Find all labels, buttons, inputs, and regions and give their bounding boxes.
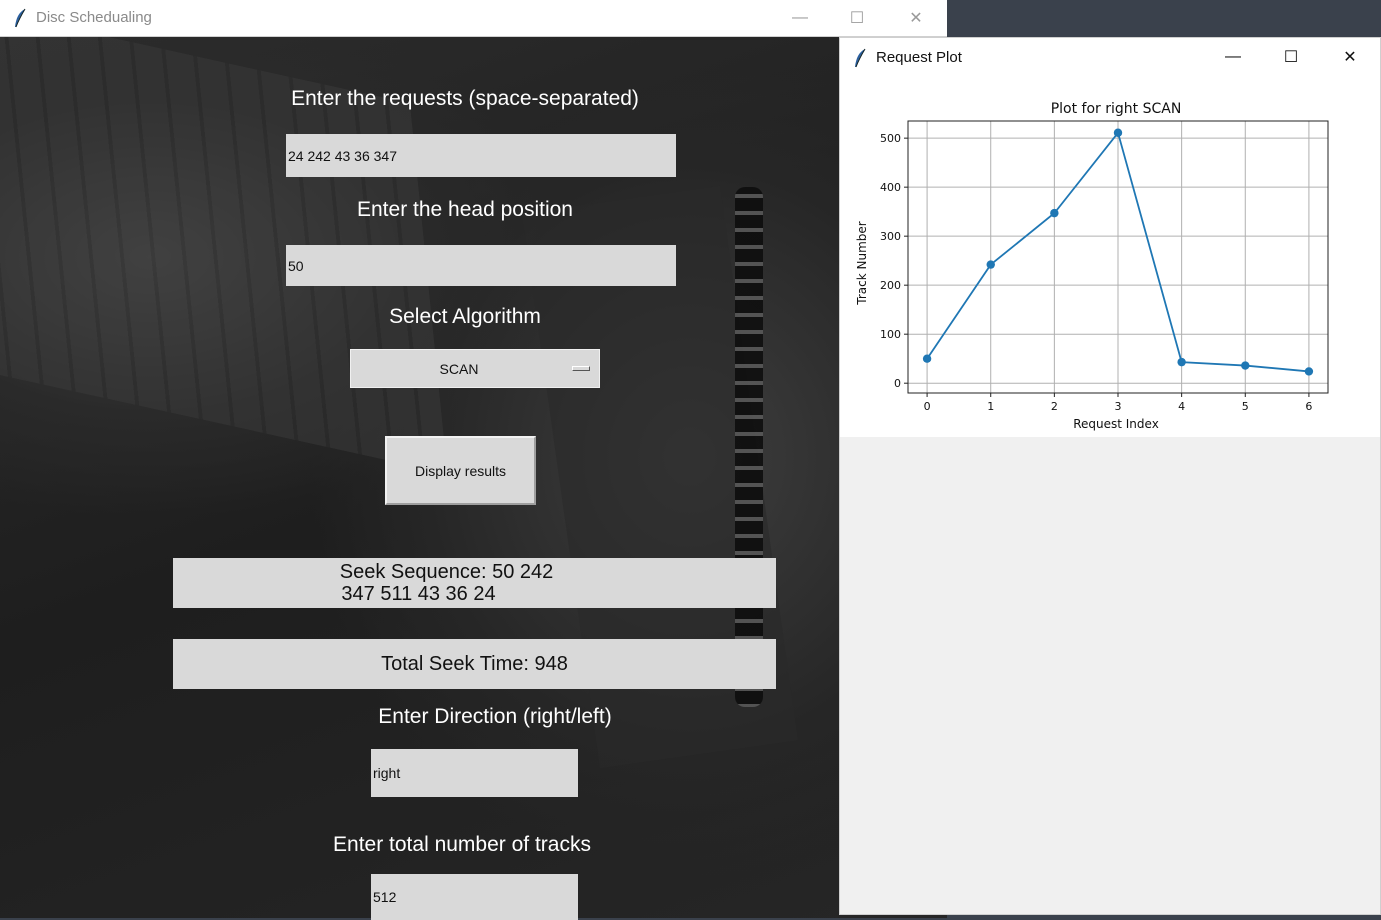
plot-maximize-button[interactable]: ☐: [1268, 39, 1314, 75]
plot-canvas: 0 1 2 3 4 5 6 0 100 200 300 400 500 Plot for right …: [840, 76, 1380, 437]
tk-feather-icon: [15, 8, 26, 28]
plot-close-button[interactable]: ✕: [1327, 39, 1373, 75]
y-tick-label: 500: [880, 132, 901, 145]
x-tick-label: 3: [1115, 400, 1122, 413]
y-tick-label: 100: [880, 328, 901, 341]
y-tick-label: 300: [880, 230, 901, 243]
close-button[interactable]: ✕: [893, 0, 939, 36]
request-plot-chart: 0 1 2 3 4 5 6 0 100 200 300 400 500 Plot for right …: [855, 101, 1329, 431]
algorithm-selected-value: SCAN: [439, 360, 479, 377]
data-point: [1050, 208, 1059, 218]
direction-label: Enter Direction (right/left): [378, 705, 612, 728]
data-point: [986, 260, 995, 269]
head-position-input[interactable]: [286, 245, 676, 286]
maximize-button[interactable]: ☐: [834, 0, 880, 36]
x-axis-label: Request Index: [1073, 417, 1159, 431]
x-tick-label: 1: [987, 400, 994, 413]
tracks-label: Enter total number of tracks: [333, 833, 591, 856]
y-axis-ticks: 0 100 200 300 400 500: [880, 132, 908, 390]
plot-minimize-button[interactable]: —: [1210, 39, 1256, 75]
seek-sequence-line-2: 347 511 43 36 24: [341, 583, 496, 605]
requests-input[interactable]: [286, 134, 676, 177]
data-point: [922, 354, 932, 363]
seek-sequence-line-1: Seek Sequence: 50 242: [339, 561, 554, 583]
x-tick-label: 6: [1305, 400, 1312, 413]
algorithm-select[interactable]: SCAN: [350, 349, 600, 388]
seek-sequence-output: Seek Sequence: 50 242 347 511 43 36 24: [173, 558, 776, 608]
main-window: Disc Schedualing — ☐ ✕ Enter the request…: [0, 0, 947, 920]
algorithm-label: Select Algorithm: [389, 305, 541, 328]
x-tick-label: 2: [1051, 400, 1058, 413]
display-results-button[interactable]: Display results: [385, 436, 536, 505]
y-axis-label: Track Number: [855, 221, 869, 305]
x-tick-label: 0: [924, 400, 931, 413]
chart-title: Plot for right SCAN: [1051, 101, 1182, 117]
tk-feather-icon: [855, 48, 866, 68]
x-tick-label: 5: [1242, 400, 1249, 413]
minimize-button[interactable]: —: [777, 0, 823, 36]
data-point: [1304, 367, 1314, 376]
x-axis-ticks: 0 1 2 3 4 5 6: [924, 393, 1312, 413]
main-window-title: Disc Schedualing: [36, 9, 152, 26]
data-point: [1177, 357, 1186, 367]
chart-grid: [908, 121, 1328, 393]
plot-window: Request Plot — ☐ ✕ 0 1 2 3 4 5 6 0 100 200 300 400…: [839, 37, 1381, 915]
total-seek-time-output: Total Seek Time: 948: [173, 639, 776, 689]
y-tick-label: 0: [894, 377, 901, 390]
plot-window-title: Request Plot: [876, 49, 962, 66]
data-point: [1241, 361, 1250, 370]
y-tick-label: 400: [880, 181, 901, 194]
dropdown-indicator-icon: [572, 366, 590, 371]
data-point: [1113, 128, 1123, 137]
plot-titlebar[interactable]: Request Plot — ☐ ✕: [840, 38, 1380, 76]
direction-input[interactable]: [371, 749, 578, 797]
notebook-spiral-image: [735, 187, 763, 707]
tracks-input[interactable]: [371, 874, 578, 920]
head-position-label: Enter the head position: [357, 198, 573, 221]
x-tick-label: 4: [1178, 400, 1185, 413]
y-tick-label: 200: [880, 279, 901, 292]
main-titlebar[interactable]: Disc Schedualing — ☐ ✕: [0, 0, 947, 37]
requests-label: Enter the requests (space-separated): [291, 87, 639, 110]
